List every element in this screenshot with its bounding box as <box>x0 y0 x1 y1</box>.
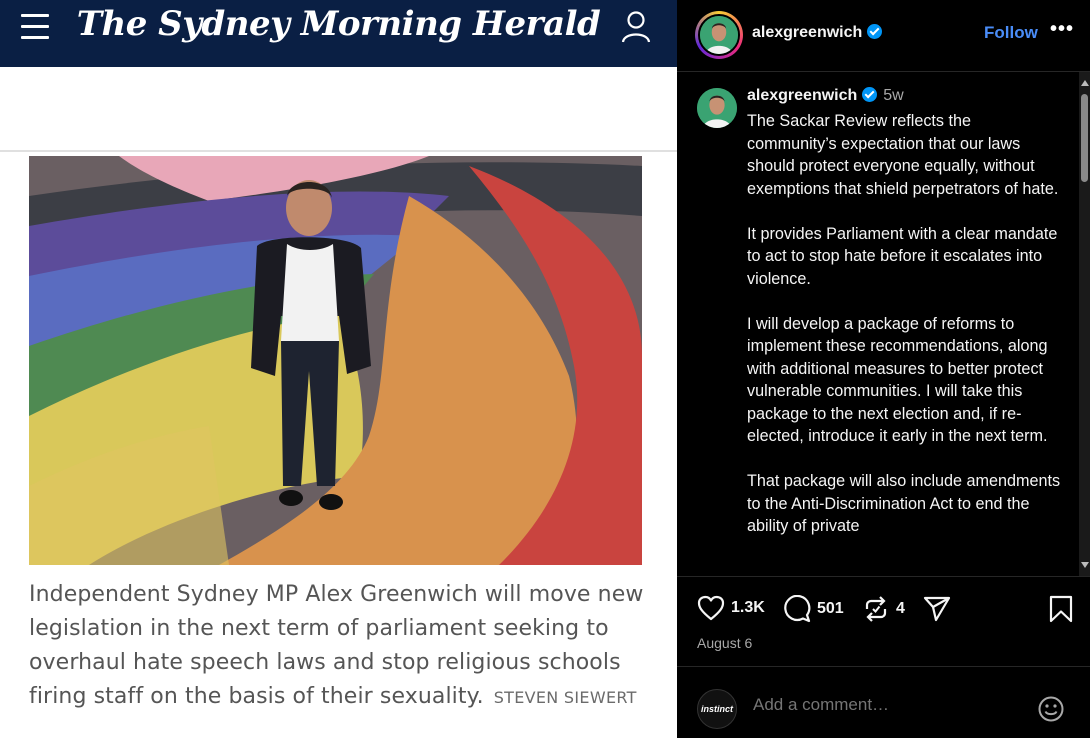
profile-photo <box>697 88 737 128</box>
caption-text: The Sackar Review reflects the community… <box>747 112 1061 535</box>
ad-placeholder <box>0 67 677 152</box>
user-account-icon[interactable] <box>620 10 652 44</box>
scroll-down-arrow-icon[interactable] <box>1081 562 1089 568</box>
post-caption-area: alexgreenwich 5w The Sackar Review reflec… <box>677 72 1090 576</box>
news-article-pane: The Sydney Morning Herald Independent Sy… <box>0 0 677 738</box>
verified-badge-icon <box>867 24 883 39</box>
comment-input[interactable] <box>753 695 1013 715</box>
avatar[interactable] <box>698 14 740 56</box>
scrollbar-thumb[interactable] <box>1081 94 1088 182</box>
header-username-text[interactable]: alexgreenwich <box>752 24 862 41</box>
post-date[interactable]: August 6 <box>697 635 752 651</box>
like-button[interactable]: 1.3K <box>697 595 765 621</box>
post-timestamp[interactable]: 5w <box>883 87 903 104</box>
follow-button[interactable]: Follow <box>984 23 1038 43</box>
instagram-post-pane: alexgreenwich Follow ••• alexgreenwich 5w… <box>677 0 1090 738</box>
masthead-logo[interactable]: The Sydney Morning Herald <box>0 4 677 44</box>
caption-header: alexgreenwich 5w <box>747 87 904 105</box>
post-header: alexgreenwich Follow ••• <box>677 0 1090 72</box>
save-button[interactable] <box>1049 595 1073 623</box>
bookmark-icon <box>1049 595 1073 623</box>
comment-bar: instinct <box>677 666 1090 738</box>
verified-badge-icon <box>862 87 878 102</box>
caption-username[interactable]: alexgreenwich <box>747 87 857 104</box>
comment-button[interactable]: 501 <box>783 595 844 623</box>
article-photo <box>29 156 642 565</box>
post-actions: 1.3K 501 4 August 6 <box>677 576 1090 666</box>
repost-button[interactable]: 4 <box>862 595 905 623</box>
header-username[interactable]: alexgreenwich <box>752 24 883 42</box>
scroll-up-arrow-icon[interactable] <box>1081 80 1089 86</box>
caption-avatar[interactable] <box>697 88 737 128</box>
profile-photo <box>700 16 738 54</box>
commenter-avatar[interactable]: instinct <box>697 689 737 729</box>
comment-icon <box>784 595 811 623</box>
photo-caption: Independent Sydney MP Alex Greenwich wil… <box>29 578 649 715</box>
emoji-icon[interactable] <box>1037 695 1065 723</box>
heart-icon <box>697 595 725 621</box>
share-button[interactable] <box>922 595 952 623</box>
news-header: The Sydney Morning Herald <box>0 0 677 67</box>
like-count[interactable]: 1.3K <box>731 599 765 617</box>
photo-credit: STEVEN SIEWERT <box>493 688 637 707</box>
comment-count[interactable]: 501 <box>817 600 844 618</box>
repost-count[interactable]: 4 <box>896 600 905 618</box>
repost-icon <box>865 596 887 622</box>
story-ring[interactable] <box>695 11 743 59</box>
send-icon <box>923 596 951 622</box>
more-options-icon[interactable]: ••• <box>1050 18 1074 41</box>
